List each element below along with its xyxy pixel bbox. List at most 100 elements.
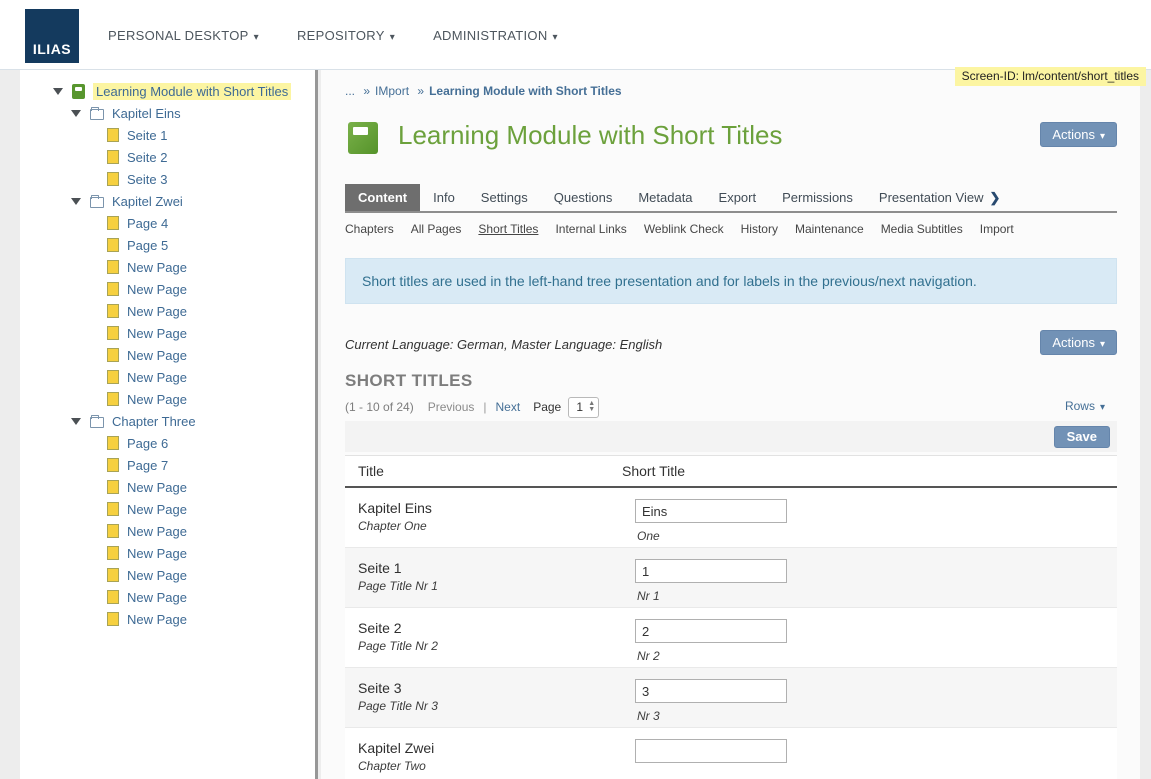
subtab-media-subtitles[interactable]: Media Subtitles	[881, 220, 963, 238]
short-title-input[interactable]	[635, 619, 787, 643]
actions-button-language[interactable]: Actions ▾	[1040, 330, 1117, 355]
tree-item-label[interactable]: Seite 1	[127, 128, 167, 143]
previous-page-link[interactable]: Previous	[428, 400, 475, 414]
tree-item-label[interactable]: New Page	[127, 370, 187, 385]
tree-item-label[interactable]: Chapter Three	[112, 414, 196, 429]
subtab-history[interactable]: History	[741, 220, 778, 238]
module-icon	[72, 84, 85, 99]
learning-module-icon	[348, 122, 378, 154]
tree-item-label[interactable]: New Page	[127, 612, 187, 627]
tab-questions[interactable]: Questions	[541, 184, 626, 211]
tab-metadata[interactable]: Metadata	[625, 184, 705, 211]
tab-info[interactable]: Info	[420, 184, 468, 211]
subtab-weblink-check[interactable]: Weblink Check	[644, 220, 724, 238]
tab-bar: Content Info Settings Questions Metadata…	[345, 184, 1117, 213]
short-title-input[interactable]	[635, 739, 787, 763]
tree-item-label[interactable]: Kapitel Eins	[112, 106, 181, 121]
topbar-menu-personal-desktop[interactable]: PERSONAL DESKTOP▾	[108, 28, 259, 43]
tree-item-label[interactable]: Page 5	[127, 238, 168, 253]
caret-down-icon: ▾	[1100, 339, 1105, 350]
tab-label: Info	[433, 190, 455, 205]
tree-item-label[interactable]: New Page	[127, 524, 187, 539]
tree-item-label[interactable]: Learning Module with Short Titles	[93, 83, 291, 100]
table-header-row: Title Short Title	[345, 456, 1117, 488]
ilias-logo[interactable]: ILIAS	[25, 9, 79, 63]
tab-export[interactable]: Export	[706, 184, 770, 211]
tree-item-label[interactable]: New Page	[127, 590, 187, 605]
column-header-title: Title	[345, 463, 622, 479]
next-page-link[interactable]: Next	[496, 400, 521, 414]
expander-icon[interactable]	[71, 418, 81, 425]
page-icon	[107, 150, 119, 164]
tab-content[interactable]: Content	[345, 184, 420, 211]
short-titles-table: Title Short Title Kapitel Eins Chapter O…	[345, 455, 1117, 779]
tab-label: Permissions	[782, 190, 853, 205]
subtab-label: Internal Links	[555, 222, 626, 236]
breadcrumb-link[interactable]: ...	[345, 84, 355, 98]
subtab-label: Weblink Check	[644, 222, 724, 236]
tree-item: New Page	[20, 322, 315, 344]
expander-icon[interactable]	[71, 198, 81, 205]
tab-presentation-view[interactable]: Presentation View❯	[866, 184, 1013, 211]
caret-down-icon: ▾	[390, 32, 395, 43]
subtab-all-pages[interactable]: All Pages	[411, 220, 462, 238]
tree-item-label[interactable]: New Page	[127, 326, 187, 341]
rows-dropdown[interactable]: Rows▾	[1065, 399, 1105, 413]
row-subtitle: Chapter One	[358, 519, 427, 533]
tree-item-label[interactable]: New Page	[127, 546, 187, 561]
subtab-short-titles[interactable]: Short Titles	[478, 220, 538, 238]
table-row: Seite 2 Page Title Nr 2 Nr 2	[345, 608, 1117, 668]
tree-item: Kapitel Eins	[20, 102, 315, 124]
page-number-spinner[interactable]: 1 ▲▼	[568, 397, 599, 418]
short-title-input[interactable]	[635, 499, 787, 523]
page-label: Page	[533, 400, 561, 414]
language-info-text: Current Language: German, Master Languag…	[345, 337, 662, 352]
actions-button-top[interactable]: Actions▾	[1040, 122, 1117, 147]
row-subtitle: Page Title Nr 3	[358, 699, 438, 713]
tree-item: Seite 1	[20, 124, 315, 146]
subtab-chapters[interactable]: Chapters	[345, 220, 394, 238]
breadcrumb-link[interactable]: Learning Module with Short Titles	[429, 84, 621, 98]
topbar-menu-repository[interactable]: REPOSITORY▾	[297, 28, 395, 43]
subtab-label: Maintenance	[795, 222, 864, 236]
tree-item-label[interactable]: Page 7	[127, 458, 168, 473]
app-window: ILIAS PERSONAL DESKTOP▾ REPOSITORY▾ ADMI…	[0, 0, 1151, 779]
topbar-menu-administration[interactable]: ADMINISTRATION▾	[433, 28, 558, 43]
tree-item-label[interactable]: Page 4	[127, 216, 168, 231]
subtab-maintenance[interactable]: Maintenance	[795, 220, 864, 238]
page-icon	[107, 546, 119, 560]
page-icon	[107, 238, 119, 252]
tree-item-label[interactable]: Kapitel Zwei	[112, 194, 183, 209]
tree-item: New Page	[20, 586, 315, 608]
subtab-label: Media Subtitles	[881, 222, 963, 236]
tree-item-label[interactable]: New Page	[127, 260, 187, 275]
expander-icon[interactable]	[71, 110, 81, 117]
spinner-arrows-icon[interactable]: ▲▼	[588, 401, 595, 413]
tree-item-label[interactable]: New Page	[127, 304, 187, 319]
tree-item-label[interactable]: Seite 2	[127, 150, 167, 165]
actions-button-label: Actions	[1052, 127, 1095, 142]
row-value-subtitle: Nr 3	[637, 709, 660, 723]
short-title-input[interactable]	[635, 679, 787, 703]
subtab-label: Import	[980, 222, 1014, 236]
actions-button-label: Actions	[1052, 335, 1095, 350]
expander-icon[interactable]	[53, 88, 63, 95]
tree-item-label[interactable]: New Page	[127, 282, 187, 297]
short-title-input[interactable]	[635, 559, 787, 583]
save-button[interactable]: Save	[1054, 426, 1110, 448]
breadcrumb-link[interactable]: IMport	[375, 84, 409, 98]
tree-item: Page 6	[20, 432, 315, 454]
subtab-import[interactable]: Import	[980, 220, 1014, 238]
tree-item-label[interactable]: New Page	[127, 502, 187, 517]
page-icon	[107, 458, 119, 472]
tree-item-label[interactable]: Page 6	[127, 436, 168, 451]
tab-permissions[interactable]: Permissions	[769, 184, 866, 211]
tree-item-label[interactable]: New Page	[127, 480, 187, 495]
tree-item-label[interactable]: New Page	[127, 568, 187, 583]
tree-item-label[interactable]: Seite 3	[127, 172, 167, 187]
tab-settings[interactable]: Settings	[468, 184, 541, 211]
subtab-internal-links[interactable]: Internal Links	[555, 220, 626, 238]
tree-item-label[interactable]: New Page	[127, 392, 187, 407]
tree-item-label[interactable]: New Page	[127, 348, 187, 363]
nav-item-label: ADMINISTRATION	[433, 28, 547, 43]
